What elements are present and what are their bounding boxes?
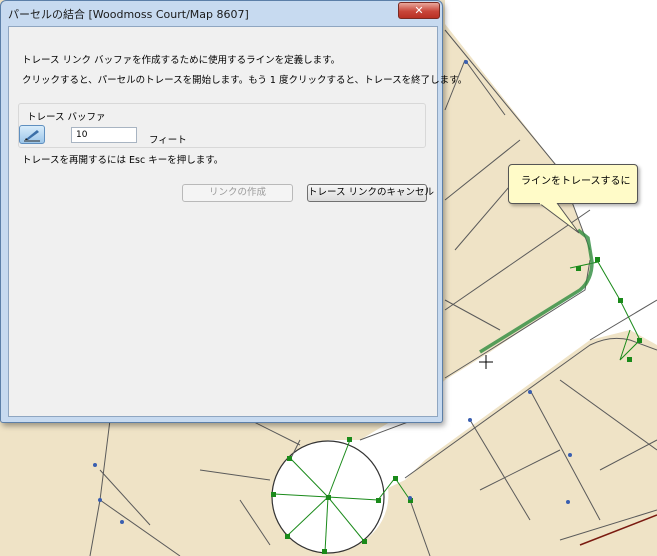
buffer-distance-input[interactable]	[71, 127, 137, 143]
tooltip-text: ラインをトレースするに	[521, 176, 631, 187]
instruction-define-line: トレース リンク バッファを作成するために使用するラインを定義します。	[22, 55, 341, 66]
instruction-click-trace: クリックすると、パーセルのトレースを開始します。もう 1 度クリックすると、トレ…	[22, 75, 468, 86]
create-link-button[interactable]: リンクの作成	[182, 184, 293, 202]
tooltip-pointer	[538, 203, 580, 234]
trace-buffer-label: トレース バッファ	[27, 112, 106, 123]
buffer-unit-label: フィート	[149, 135, 187, 146]
trace-tool-button[interactable]	[19, 125, 45, 144]
trace-pen-icon	[24, 130, 40, 142]
merge-parcels-dialog[interactable]: パーセルの結合 [Woodmoss Court/Map 8607] ✕ トレース…	[0, 0, 467, 423]
dialog-body: トレース リンク バッファを作成するために使用するラインを定義します。 クリック…	[8, 26, 467, 417]
cancel-trace-link-button[interactable]: トレース リンクのキャンセル	[307, 184, 434, 202]
close-icon[interactable]: ✕	[414, 4, 423, 17]
resume-hint: トレースを再開するには Esc キーを押します。	[22, 155, 224, 166]
close-button[interactable]: ✕	[398, 2, 440, 19]
trace-tooltip: ラインをトレースするに	[508, 164, 638, 204]
dialog-title: パーセルの結合 [Woodmoss Court/Map 8607]	[8, 8, 249, 21]
